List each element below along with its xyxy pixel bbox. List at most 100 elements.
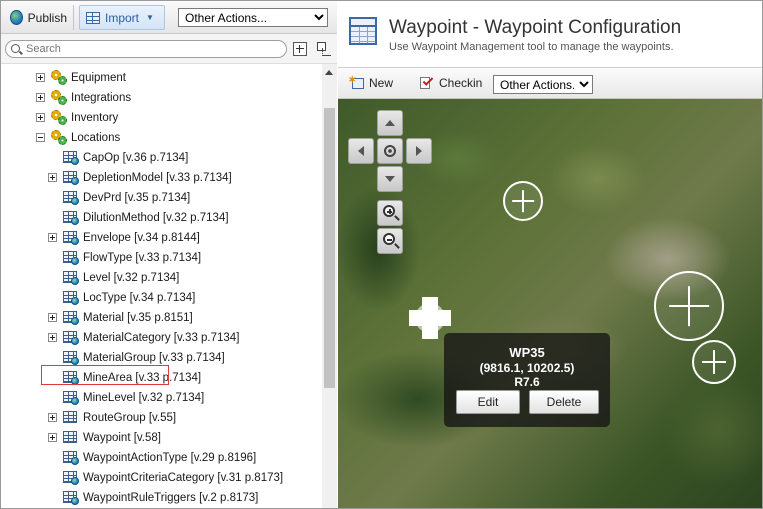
navigation-pane: Publish Import ▼ Other Actions... Equipm… [1, 1, 337, 508]
pan-right-button[interactable] [406, 138, 432, 164]
publish-button[interactable]: Publish [4, 5, 74, 30]
other-actions-select-right[interactable]: Other Actions... [493, 75, 593, 94]
chevron-down-icon: ▼ [146, 13, 154, 22]
tree-item[interactable]: Level [v.32 p.7134] [1, 268, 321, 288]
entity-table-icon [63, 191, 79, 205]
expand-icon[interactable] [48, 413, 57, 422]
waypoint-marker[interactable] [692, 340, 736, 384]
tree-item-label: MaterialGroup [v.33 p.7134] [83, 352, 225, 364]
search-bar [1, 34, 337, 64]
scroll-thumb[interactable] [324, 108, 335, 388]
tree-item[interactable]: LocType [v.34 p.7134] [1, 288, 321, 308]
waypoint-name: WP35 [509, 345, 545, 360]
pan-center-button[interactable] [377, 138, 403, 164]
delete-button[interactable]: Delete [529, 390, 599, 414]
expand-icon[interactable] [48, 333, 57, 342]
waypoint-radius: R7.6 [514, 375, 540, 389]
tree-item-label: FlowType [v.33 p.7134] [83, 252, 202, 264]
search-input[interactable] [5, 40, 287, 58]
entity-table-icon [63, 471, 79, 485]
tree-item[interactable]: MineLevel [v.32 p.7134] [1, 388, 321, 408]
table-icon [63, 431, 79, 445]
tree-item-label: Material [v.35 p.8151] [83, 312, 193, 324]
zoom-out-button[interactable] [377, 228, 403, 254]
tree-item[interactable]: WaypointCriteriaCategory [v.31 p.8173] [1, 468, 321, 488]
tree-item-label: DepletionModel [v.33 p.7134] [83, 172, 232, 184]
import-button[interactable]: Import ▼ [79, 5, 165, 30]
entity-table-icon [63, 211, 79, 225]
entity-table-icon [63, 311, 79, 325]
arrow-up-icon [385, 120, 395, 126]
gears-icon [51, 110, 67, 125]
search-icon [11, 44, 20, 53]
zoom-in-button[interactable] [377, 200, 403, 226]
tree-item[interactable]: DepletionModel [v.33 p.7134] [1, 168, 321, 188]
checkin-button[interactable]: Checkin [418, 75, 483, 90]
map-view[interactable]: WP35 (9816.1, 10202.5) R7.6 Edit Delete [338, 99, 762, 508]
pan-control [348, 110, 432, 194]
tree-item[interactable]: WaypointRuleTriggers [v.2 p.8173] [1, 488, 321, 508]
entity-table-icon [63, 351, 79, 365]
nav-toolbar: Publish Import ▼ Other Actions... [1, 1, 337, 34]
checkin-label: Checkin [439, 76, 483, 90]
expand-icon[interactable] [36, 73, 45, 82]
expand-icon[interactable] [36, 93, 45, 102]
move-waypoint-handle[interactable] [409, 297, 451, 339]
crosshair-icon [384, 145, 396, 157]
tree-item-label: Equipment [71, 72, 126, 84]
publish-label: Publish [27, 10, 67, 25]
scroll-up-icon[interactable] [325, 70, 333, 75]
entity-table-icon [63, 251, 79, 265]
tree-item[interactable]: Inventory [1, 108, 321, 128]
tree-item-label: RouteGroup [v.55] [83, 412, 177, 424]
expand-icon[interactable] [48, 173, 57, 182]
tree-view-icon[interactable] [317, 42, 331, 56]
tree-item[interactable]: MaterialCategory [v.33 p.7134] [1, 328, 321, 348]
tree-item[interactable]: FlowType [v.33 p.7134] [1, 248, 321, 268]
entity-table-icon [63, 451, 79, 465]
expand-icon[interactable] [48, 233, 57, 242]
tree-item[interactable]: DilutionMethod [v.32 p.7134] [1, 208, 321, 228]
expand-icon[interactable] [48, 433, 57, 442]
tree-item-label: Level [v.32 p.7134] [83, 272, 180, 284]
waypoint-marker[interactable] [503, 181, 543, 221]
tree-item[interactable]: Waypoint [v.58] [1, 428, 321, 448]
waypoint-marker[interactable] [654, 271, 724, 341]
tree-item[interactable]: Equipment [1, 68, 321, 88]
tree-item[interactable]: Material [v.35 p.8151] [1, 308, 321, 328]
expand-icon[interactable] [48, 313, 57, 322]
tree-item-label: WaypointCriteriaCategory [v.31 p.8173] [83, 472, 284, 484]
pan-left-button[interactable] [348, 138, 374, 164]
tree-item-label: Waypoint [v.58] [83, 432, 161, 444]
entity-table-icon [63, 331, 79, 345]
tree-item[interactable]: RouteGroup [v.55] [1, 408, 321, 428]
tree-item[interactable]: WaypointActionType [v.29 p.8196] [1, 448, 321, 468]
other-actions-select[interactable]: Other Actions... [178, 8, 328, 27]
page-title: Waypoint - Waypoint Configuration [389, 17, 682, 38]
tree-scrollbar[interactable] [322, 64, 337, 508]
arrow-down-icon [385, 176, 395, 182]
pan-down-button[interactable] [377, 166, 403, 192]
tree-item[interactable]: Locations [1, 128, 321, 148]
new-button[interactable]: ✶ New [348, 76, 394, 91]
tree-item[interactable]: Envelope [v.34 p.8144] [1, 228, 321, 248]
tree-item-label: LocType [v.34 p.7134] [83, 292, 196, 304]
action-toolbar: ✶ New Checkin Other Actions... [338, 67, 762, 99]
expand-icon[interactable] [36, 113, 45, 122]
gears-icon [51, 90, 67, 105]
new-label: New [369, 76, 394, 90]
checkin-icon [418, 75, 434, 90]
expand-all-icon[interactable] [293, 42, 307, 56]
tree-item[interactable]: DevPrd [v.35 p.7134] [1, 188, 321, 208]
tree-item[interactable]: Integrations [1, 88, 321, 108]
tree-item[interactable]: CapOp [v.36 p.7134] [1, 148, 321, 168]
selection-highlight [41, 365, 169, 385]
tree-item-label: MaterialCategory [v.33 p.7134] [83, 332, 240, 344]
pan-up-button[interactable] [377, 110, 403, 136]
tree-item-label: CapOp [v.36 p.7134] [83, 152, 189, 164]
collapse-icon[interactable] [36, 133, 45, 142]
import-label: Import [105, 10, 140, 25]
new-record-icon: ✶ [348, 76, 364, 90]
arrow-left-icon [358, 146, 364, 156]
edit-button[interactable]: Edit [456, 390, 520, 414]
